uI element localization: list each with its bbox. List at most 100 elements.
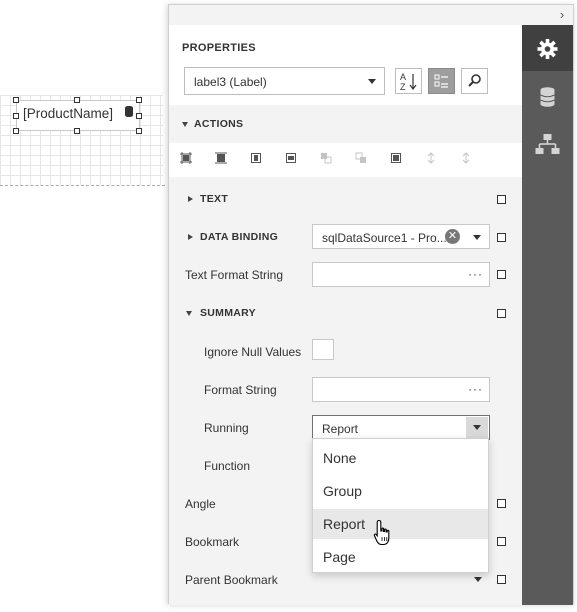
label-control-text: [ProductName] [23, 106, 114, 121]
running-dropdown-button[interactable] [466, 417, 488, 438]
property-marker[interactable] [497, 499, 506, 508]
format-string-label: Format String [204, 383, 277, 397]
properties-header: PROPERTIES label3 (Label) A Z [169, 25, 522, 105]
text-format-string-editor[interactable]: ··· [312, 262, 490, 287]
selection-handle-bottom-left[interactable] [13, 128, 19, 134]
selected-label-control[interactable]: [ProductName] [16, 100, 140, 131]
selection-handle-top[interactable] [74, 97, 80, 103]
hierarchy-icon [535, 134, 560, 154]
text-section-header[interactable]: TEXT [169, 180, 522, 218]
function-label: Function [204, 459, 251, 473]
dropdown-option-group[interactable]: Group [313, 476, 488, 506]
gear-icon [537, 39, 558, 59]
anchor-vertical-action[interactable] [425, 152, 437, 164]
categorized-view-button[interactable] [428, 68, 455, 94]
tab-properties[interactable] [522, 25, 573, 71]
close-icon: ✕ [447, 230, 458, 242]
sort-alphabetical-button[interactable]: A Z [395, 68, 422, 94]
panel-title: PROPERTIES [182, 42, 256, 54]
side-tab-strip [522, 25, 573, 605]
property-marker[interactable] [497, 537, 506, 546]
search-icon [468, 74, 481, 87]
property-marker[interactable] [497, 270, 506, 279]
selection-handle-bottom[interactable] [74, 128, 80, 134]
selection-handle-top-right[interactable] [136, 97, 142, 103]
database-bound-icon [125, 106, 133, 117]
band-boundary [0, 185, 165, 186]
bookmark-label: Bookmark [185, 535, 240, 549]
tab-report-explorer[interactable] [522, 123, 573, 169]
actions-section-header[interactable]: ACTIONS [169, 105, 522, 143]
sort-az-icon: A Z [400, 72, 417, 92]
property-marker[interactable] [497, 233, 506, 242]
data-binding-label: DATA BINDING [200, 231, 279, 243]
svg-text:A: A [400, 72, 406, 82]
hand-cursor-icon [373, 519, 390, 546]
expand-down-icon [182, 122, 188, 127]
design-surface[interactable]: [ProductName] [0, 0, 168, 612]
running-label: Running [204, 421, 249, 435]
database-icon [540, 87, 555, 107]
expand-down-icon [186, 311, 192, 316]
chevron-right-icon: › [559, 7, 565, 22]
fit-bounds-to-container-action[interactable] [390, 152, 402, 164]
property-marker[interactable] [497, 309, 506, 318]
center-horizontally-action[interactable] [250, 152, 262, 164]
format-string-editor[interactable]: ··· [312, 377, 490, 402]
data-binding-value: sqlDataSource1 - Pro... [322, 231, 447, 245]
object-selector-value: label3 (Label) [194, 75, 267, 89]
size-to-grid-icon [215, 152, 227, 164]
expand-right-icon [188, 196, 193, 202]
property-marker[interactable] [497, 195, 506, 204]
collapse-panel-button[interactable]: › [555, 5, 569, 25]
selection-handle-right[interactable] [136, 113, 142, 119]
selection-handle-left[interactable] [13, 113, 19, 119]
expand-right-icon [188, 234, 193, 240]
center-horizontally-glyph [254, 155, 258, 161]
selection-handle-top-left[interactable] [13, 97, 19, 103]
data-binding-section-header[interactable]: DATA BINDING sqlDataSource1 - Pro... ✕ [169, 218, 522, 256]
ellipsis-button[interactable]: ··· [468, 382, 483, 396]
object-selector-dropdown[interactable]: label3 (Label) [184, 67, 385, 95]
dropdown-option-page[interactable]: Page [313, 542, 488, 572]
anchor-horizontal-icon [462, 152, 470, 164]
align-to-grid-action[interactable] [180, 152, 192, 164]
actions-title: ACTIONS [194, 118, 244, 130]
summary-section-label: SUMMARY [200, 307, 256, 319]
ignore-null-values-label: Ignore Null Values [204, 345, 302, 359]
fit-bounds-glyph [393, 155, 399, 161]
actions-toolbar [169, 143, 522, 177]
summary-section-header[interactable]: SUMMARY [169, 294, 522, 332]
running-select[interactable]: Report [312, 415, 490, 440]
anchor-vertical-icon [427, 152, 435, 164]
text-format-string-label: Text Format String [185, 268, 284, 282]
running-dropdown-list: None Group Report Page [312, 438, 489, 573]
anchor-horizontal-action[interactable] [460, 152, 472, 164]
ignore-null-values-checkbox[interactable] [312, 339, 334, 360]
categories-icon [434, 74, 448, 88]
property-marker[interactable] [497, 575, 506, 584]
running-value: Report [322, 422, 359, 436]
selection-handle-bottom-right[interactable] [136, 128, 142, 134]
dropdown-option-none[interactable]: None [313, 443, 488, 473]
send-to-back-action[interactable] [355, 152, 367, 164]
bring-to-front-icon [321, 153, 332, 164]
dropdown-option-report[interactable]: Report [313, 509, 488, 539]
search-properties-button[interactable] [461, 68, 488, 94]
chevron-down-icon [368, 79, 376, 84]
size-to-grid-action[interactable] [215, 152, 227, 164]
align-to-grid-icon [180, 152, 192, 164]
chevron-down-icon [473, 235, 481, 240]
center-vertically-glyph [288, 156, 294, 160]
chevron-down-icon [473, 425, 481, 430]
center-vertically-action[interactable] [285, 152, 297, 164]
ellipsis-button[interactable]: ··· [468, 267, 483, 281]
clear-binding-button[interactable]: ✕ [445, 229, 460, 244]
chevron-down-icon [474, 577, 482, 582]
parent-bookmark-label: Parent Bookmark [185, 573, 278, 587]
panel-top-strip: › [169, 5, 573, 25]
data-binding-editor[interactable]: sqlDataSource1 - Pro... ✕ [312, 224, 490, 249]
tab-field-list[interactable] [522, 75, 573, 121]
send-to-back-icon [355, 152, 366, 163]
bring-to-front-action[interactable] [320, 152, 332, 164]
